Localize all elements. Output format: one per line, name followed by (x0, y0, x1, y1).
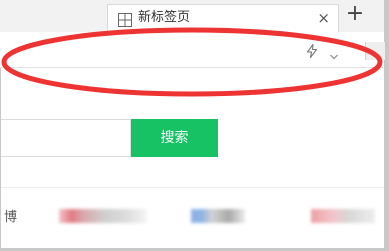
section-divider (1, 187, 384, 188)
address-toolbar (0, 32, 385, 68)
new-tab-button[interactable]: + (344, 2, 366, 26)
tab-title: 新标签页 (138, 10, 191, 25)
search-button[interactable]: 搜索 (131, 119, 218, 157)
tab-new-tab[interactable]: 新标签页 × (107, 4, 339, 32)
tab-strip: 新标签页 × + (0, 0, 384, 32)
search-input[interactable] (1, 119, 131, 157)
lightning-bolt-icon[interactable] (306, 43, 318, 59)
blurred-site-link[interactable] (311, 209, 375, 223)
chevron-down-icon[interactable] (329, 46, 339, 60)
toolbar-extension-button[interactable] (365, 42, 385, 60)
window-frame-right (384, 0, 389, 251)
blurred-site-link[interactable] (59, 209, 147, 223)
nav-link-partial[interactable]: 博 (4, 210, 17, 226)
address-bar-input[interactable] (0, 32, 352, 67)
blurred-site-link[interactable] (191, 209, 245, 223)
tab-close-icon[interactable]: × (317, 9, 330, 27)
new-tab-page: 搜索 博 (1, 68, 384, 248)
grid-page-icon (118, 12, 132, 27)
